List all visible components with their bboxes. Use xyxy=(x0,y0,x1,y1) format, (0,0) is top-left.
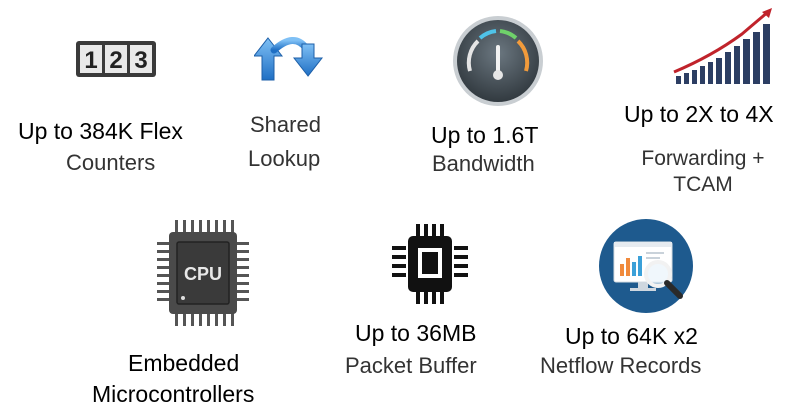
counter-digit: 3 xyxy=(134,47,147,74)
feature-counters-subtitle: Counters xyxy=(66,150,156,175)
feature-forwarding-subtitle-line1: Forwarding + xyxy=(641,147,765,170)
feature-shared-line1: Shared xyxy=(250,112,321,137)
feature-shared-line2: Lookup xyxy=(248,146,321,171)
growth-bar-chart-icon xyxy=(672,6,776,86)
speedometer-gauge-icon xyxy=(452,15,544,107)
feature-packet-buffer-subtitle: Packet Buffer xyxy=(345,353,477,378)
cpu-chip-label: CPU xyxy=(184,264,222,284)
counter-digit: 2 xyxy=(109,47,122,74)
shared-lookup-arrows-icon xyxy=(254,30,330,88)
feature-forwarding-title: Up to 2X to 4X xyxy=(624,101,774,127)
feature-packet-buffer-title: Up to 36MB xyxy=(355,320,477,346)
feature-counters-title: Up to 384K Flex xyxy=(18,118,183,144)
feature-netflow-title: Up to 64K x2 xyxy=(565,323,698,349)
memory-chip-icon xyxy=(388,224,472,304)
feature-forwarding-subtitle-line2: TCAM xyxy=(673,173,733,196)
feature-microcontrollers-title-line2: Microcontrollers xyxy=(92,381,255,407)
counter-digits-icon: 1 2 3 xyxy=(76,41,156,77)
feature-bandwidth-title: Up to 1.6T xyxy=(431,122,539,148)
feature-netflow-subtitle: Netflow Records xyxy=(540,353,702,378)
counter-digit: 1 xyxy=(84,47,97,74)
analytics-magnifier-icon xyxy=(598,218,694,314)
feature-bandwidth-subtitle: Bandwidth xyxy=(432,151,535,176)
cpu-chip-icon: CPU xyxy=(157,218,249,328)
feature-microcontrollers-title-line1: Embedded xyxy=(128,350,240,376)
